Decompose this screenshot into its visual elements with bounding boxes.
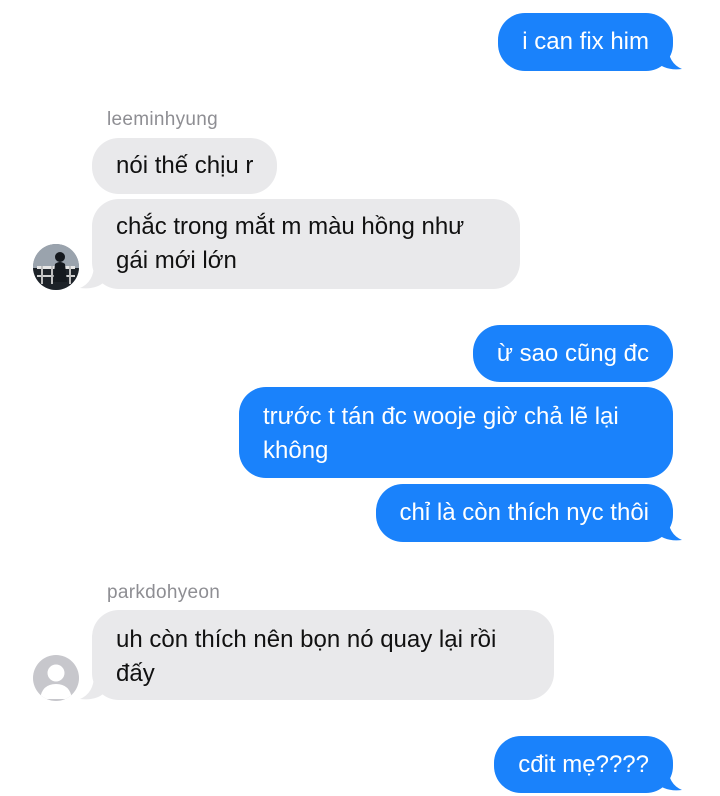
message-text: chỉ là còn thích nyc thôi: [399, 499, 649, 526]
message-bubble-outgoing[interactable]: i can fix him: [498, 13, 673, 71]
sender-name: parkdohyeon: [107, 582, 221, 603]
photo-avatar-icon: [33, 244, 79, 290]
message-text: ừ sao cũng đc: [496, 340, 649, 367]
message-bubble-outgoing[interactable]: trước t tán đc wooje giờ chả lẽ lại khôn…: [239, 387, 673, 478]
sender-name: leeminhyung: [107, 109, 219, 130]
message-bubble-outgoing[interactable]: chỉ là còn thích nyc thôi: [375, 484, 673, 542]
message-text: chắc trong mắt m màu hồng như gái mới lớ…: [116, 213, 465, 274]
message-bubble-outgoing[interactable]: ừ sao cũng đc: [472, 325, 673, 382]
message-bubble-incoming[interactable]: chắc trong mắt m màu hồng như gái mới lớ…: [92, 199, 520, 289]
message-bubble-outgoing[interactable]: cđit mẹ????: [494, 736, 673, 793]
bubble-tail: [656, 766, 682, 791]
message-text: trước t tán đc wooje giờ chả lẽ lại khôn…: [263, 403, 619, 464]
message-text: nói thế chịu r: [116, 152, 254, 179]
message-text: cđit mẹ????: [518, 751, 649, 778]
message-bubble-incoming[interactable]: nói thế chịu r: [92, 138, 278, 194]
bubble-tail: [656, 516, 682, 541]
bubble-tail: [80, 264, 106, 289]
message-text: uh còn thích nên bọn nó quay lại rồi đấy: [116, 626, 497, 687]
contact-avatar-photo[interactable]: [33, 244, 79, 290]
message-text: i can fix him: [522, 28, 649, 55]
message-bubble-incoming[interactable]: uh còn thích nên bọn nó quay lại rồi đấy: [92, 610, 554, 700]
bubble-tail: [80, 675, 106, 700]
person-icon: [33, 655, 79, 701]
bubble-tail: [656, 45, 682, 70]
contact-avatar-default[interactable]: [33, 655, 79, 701]
